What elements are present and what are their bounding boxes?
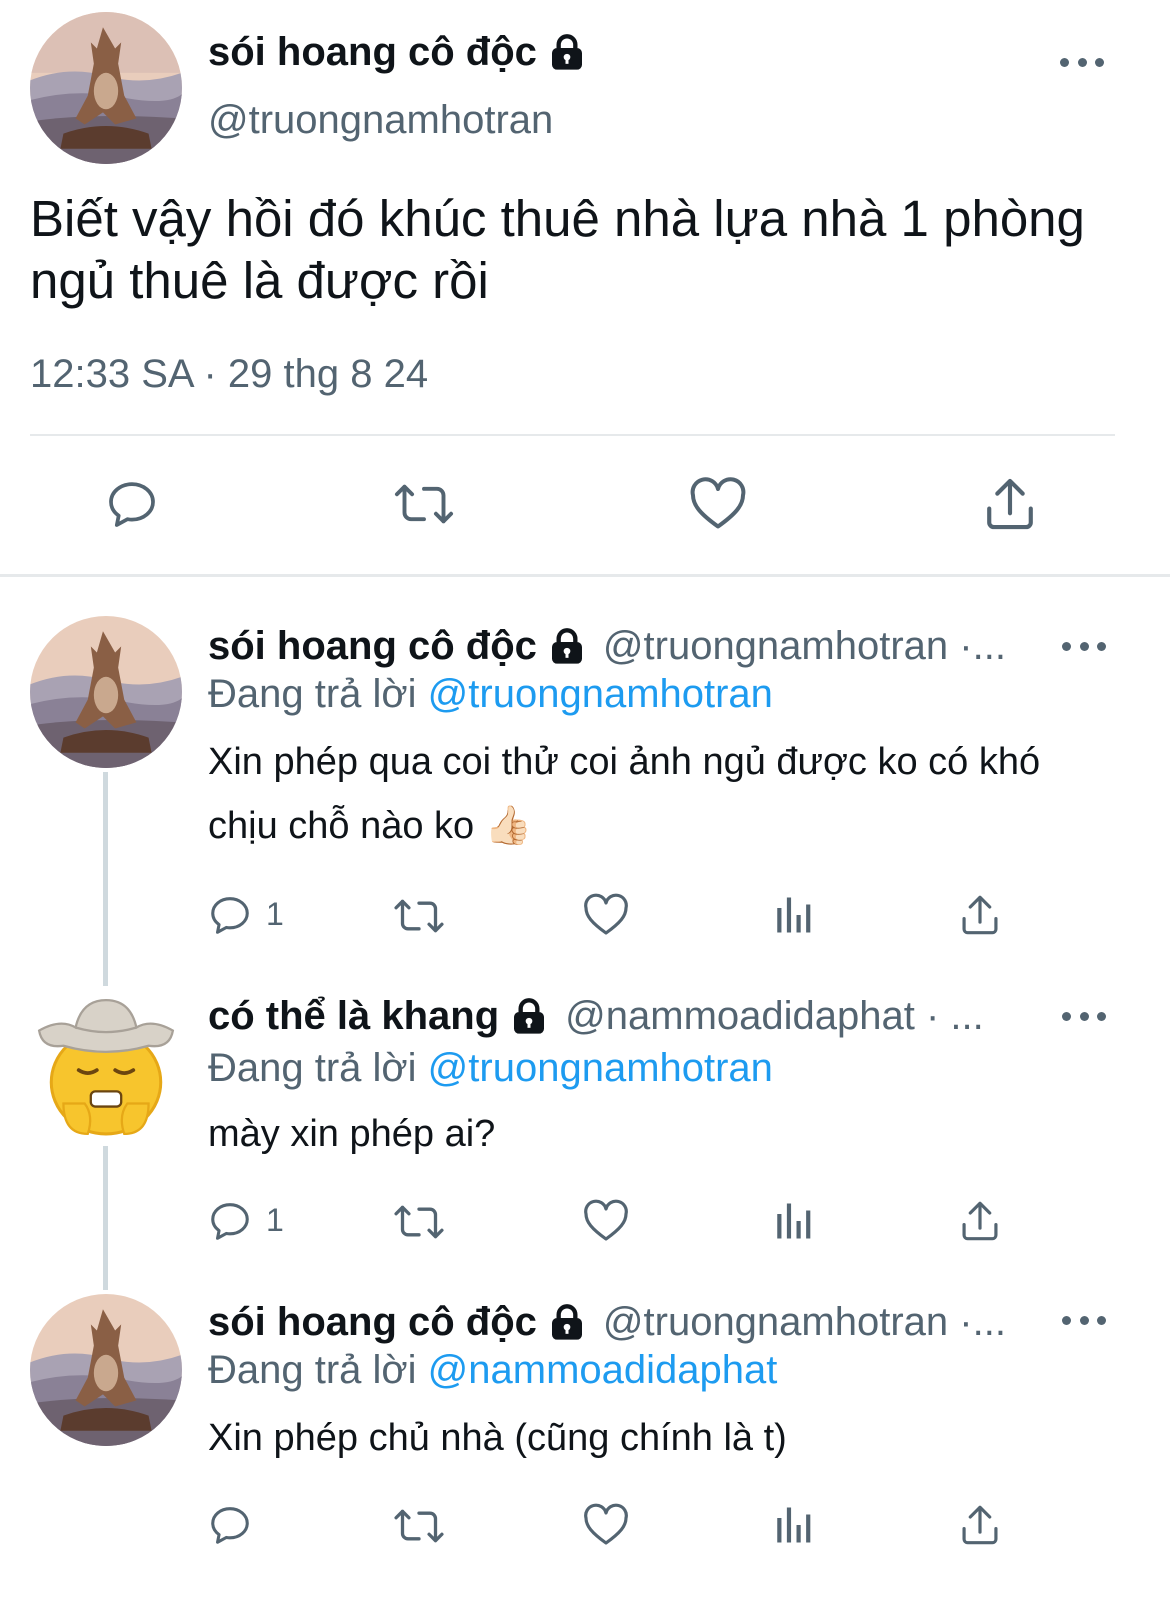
tweet-timestamp[interactable]: 12:33 SA · 29 thg 8 24 — [30, 352, 428, 397]
author-name[interactable]: sói hoang cô độc — [208, 624, 537, 669]
like-icon[interactable] — [582, 892, 630, 938]
replying-mention[interactable]: @truongnamhotran — [428, 672, 773, 716]
lock-icon — [509, 997, 549, 1037]
author-name[interactable]: sói hoang cô độc — [208, 1300, 537, 1345]
reply-header: sói hoang cô độc @truongnamhotran ·... — [208, 1300, 1048, 1345]
replying-label: Đang trả lời — [208, 672, 417, 716]
tweet-text: Biết vậy hồi đó khúc thuê nhà lựa nhà 1 … — [30, 190, 1085, 309]
retweet-icon[interactable] — [392, 894, 446, 938]
reply-tweet: sói hoang cô độc @truongnamhotran ·... Đ… — [0, 1280, 1170, 1607]
replying-label: Đang trả lời — [208, 1046, 417, 1090]
reply-header: có thể là khang @nammoadidaphat · ... — [208, 994, 1028, 1039]
author-name[interactable]: sói hoang cô độc — [208, 30, 537, 75]
share-icon[interactable] — [958, 892, 1002, 938]
replying-to: Đang trả lời @truongnamhotran — [208, 1046, 773, 1091]
reply-text: Xin phép chủ nhà (cũng chính là t) — [208, 1417, 787, 1459]
reply-count: 1 — [266, 1202, 284, 1238]
lock-icon — [547, 627, 587, 667]
reply-actions: 1 — [0, 1196, 1170, 1246]
reply-count: 1 — [266, 896, 284, 932]
avatar-cowboy-emoji[interactable] — [30, 988, 182, 1140]
author-handle[interactable]: @truongnamhotran ·... — [603, 624, 1006, 669]
replying-to: Đang trả lời @truongnamhotran — [208, 672, 773, 717]
reply-text: Xin phép qua coi thử coi ảnh ngủ được ko… — [208, 741, 1041, 847]
replying-mention[interactable]: @nammoadidaphat — [428, 1348, 778, 1392]
share-icon[interactable] — [958, 1198, 1002, 1244]
like-icon[interactable] — [582, 1502, 630, 1548]
analytics-icon[interactable] — [772, 894, 814, 936]
reply-actions — [0, 1500, 1170, 1550]
reply-icon[interactable] — [104, 476, 160, 532]
retweet-icon[interactable] — [392, 478, 456, 530]
avatar-wolf[interactable] — [30, 12, 182, 164]
share-icon[interactable] — [958, 1502, 1002, 1548]
retweet-icon[interactable] — [392, 1200, 446, 1244]
lock-icon — [547, 1303, 587, 1343]
divider — [30, 434, 1115, 436]
retweet-icon[interactable] — [392, 1504, 446, 1548]
avatar-wolf[interactable] — [30, 1294, 182, 1446]
main-tweet: sói hoang cô độc @truongnamhotran Biết v… — [0, 0, 1170, 592]
tweet-actions — [0, 470, 1170, 542]
author-handle[interactable]: @truongnamhotran — [208, 98, 553, 143]
author-handle[interactable]: @truongnamhotran ·... — [603, 1300, 1006, 1345]
author-handle[interactable]: @nammoadidaphat · ... — [565, 994, 984, 1039]
reply-header: sói hoang cô độc @truongnamhotran ·... — [208, 624, 1048, 669]
avatar-wolf[interactable] — [30, 616, 182, 768]
section-divider — [0, 574, 1170, 577]
reply-icon[interactable] — [206, 1502, 254, 1548]
replying-label: Đang trả lời — [208, 1348, 417, 1392]
lock-icon — [547, 33, 587, 73]
author-name[interactable]: có thể là khang — [208, 994, 499, 1039]
author-name-row: sói hoang cô độc — [208, 30, 587, 75]
reply-text: mày xin phép ai? — [208, 1113, 496, 1155]
more-options-icon[interactable] — [1060, 52, 1104, 72]
share-icon[interactable] — [982, 474, 1038, 534]
like-icon[interactable] — [582, 1198, 630, 1244]
analytics-icon[interactable] — [772, 1200, 814, 1242]
more-options-icon[interactable] — [1062, 1310, 1106, 1330]
reply-actions: 1 — [0, 890, 1170, 940]
reply-tweet: sói hoang cô độc @truongnamhotran ·... Đ… — [0, 600, 1170, 970]
more-options-icon[interactable] — [1062, 1006, 1106, 1026]
reply-icon[interactable] — [206, 892, 254, 938]
like-icon[interactable] — [688, 476, 748, 532]
reply-icon[interactable] — [206, 1198, 254, 1244]
more-options-icon[interactable] — [1062, 636, 1106, 656]
replying-mention[interactable]: @truongnamhotran — [428, 1046, 773, 1090]
replying-to: Đang trả lời @nammoadidaphat — [208, 1348, 777, 1393]
analytics-icon[interactable] — [772, 1504, 814, 1546]
reply-tweet: có thể là khang @nammoadidaphat · ... Đa… — [0, 974, 1170, 1284]
